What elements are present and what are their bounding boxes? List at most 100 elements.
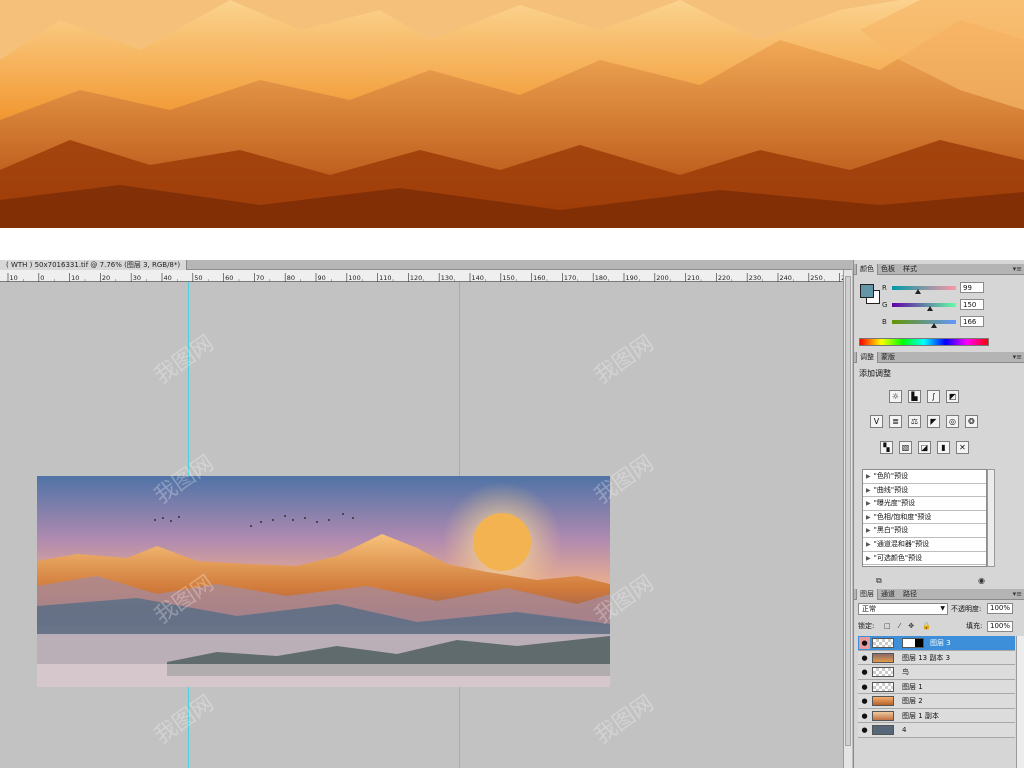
panel-menu-icon[interactable]: ▾≡: [1013, 352, 1022, 363]
layer-row[interactable]: ● 4: [858, 723, 1015, 738]
brightness-icon[interactable]: ☼: [889, 390, 902, 403]
color-balance-icon[interactable]: ⚖: [908, 415, 921, 428]
visibility-eye-icon[interactable]: ●: [859, 681, 870, 693]
horizontal-ruler[interactable]: 10 0 10 20 30 40 50 60 70 80 90 100 110 120 130 140 150 1…: [0, 270, 854, 285]
expand-triangle-icon: ▶: [866, 554, 871, 562]
vertical-scrollbar[interactable]: [843, 270, 852, 768]
foreground-color-swatch[interactable]: [860, 284, 874, 298]
opacity-field[interactable]: 100%: [987, 603, 1013, 614]
layer-thumbnail: [872, 710, 894, 721]
hue-saturation-icon[interactable]: ≣: [889, 415, 902, 428]
adjustment-icons-row-1: ☼ ▙ ∫ ◩: [854, 390, 1024, 406]
layer-row[interactable]: ● 图层 2: [858, 694, 1015, 709]
channel-label: B: [882, 318, 887, 326]
document-canvas-image[interactable]: [37, 476, 610, 687]
preset-item-hue-saturation[interactable]: ▶ "色相/饱和度"预设: [863, 511, 986, 525]
preset-item-exposure[interactable]: ▶ "曝光度"预设: [863, 497, 986, 511]
tab-paths[interactable]: 路径: [900, 589, 920, 600]
adjustment-presets-list: ▶ "色阶"预设 ▶ "曲线"预设 ▶ "曝光度"预设 ▶ "色相/饱和度"预设 ▶ "黑…: [862, 469, 987, 567]
green-knob[interactable]: [927, 306, 933, 311]
visibility-eye-icon[interactable]: ●: [859, 652, 870, 664]
tab-channels[interactable]: 通道: [878, 589, 898, 600]
layer-row[interactable]: ● 图层 3: [858, 636, 1015, 651]
panel-menu-icon[interactable]: ▾≡: [1013, 589, 1022, 600]
preset-label: "色阶"预设: [873, 472, 909, 480]
expand-triangle-icon: ▶: [866, 513, 871, 521]
vibrance-icon[interactable]: V: [870, 415, 883, 428]
red-knob[interactable]: [915, 289, 921, 294]
scrollbar-thumb[interactable]: [845, 276, 851, 746]
tab-masks[interactable]: 蒙版: [878, 352, 898, 363]
ruler-label: 140: [472, 274, 484, 282]
photo-filter-icon[interactable]: ◎: [946, 415, 959, 428]
layer-row[interactable]: ● 鸟: [858, 665, 1015, 680]
layers-scrollbar[interactable]: [1016, 636, 1024, 768]
opacity-label: 不透明度:: [951, 605, 982, 613]
layers-panel: 图层 通道 路径 ▾≡ 正常 ▼ 不透明度: 100% 锁定: □ ⁄ ✥ 🔒 …: [854, 589, 1024, 768]
invert-icon[interactable]: ▚: [880, 441, 893, 454]
tab-swatches[interactable]: 色板: [878, 264, 898, 275]
red-track[interactable]: [892, 286, 956, 290]
gradient-map-icon[interactable]: ▮: [937, 441, 950, 454]
blend-mode-select[interactable]: 正常 ▼: [858, 603, 948, 615]
tab-layers[interactable]: 图层: [856, 589, 878, 600]
watermark-text: 我图网: [150, 330, 219, 390]
blue-value-field[interactable]: 166: [960, 316, 984, 327]
ruler-label: 230: [749, 274, 761, 282]
tab-color[interactable]: 颜色: [856, 264, 878, 275]
preset-item-levels[interactable]: ▶ "色阶"预设: [863, 470, 986, 484]
ruler-label: 210: [687, 274, 699, 282]
expand-triangle-icon: ▶: [866, 500, 871, 508]
visibility-eye-icon[interactable]: ●: [859, 695, 870, 707]
ruler-label: 150: [502, 274, 514, 282]
adjustments-title: 添加调整: [859, 369, 891, 378]
blue-knob[interactable]: [931, 323, 937, 328]
tab-styles[interactable]: 样式: [900, 264, 920, 275]
preset-item-black-white[interactable]: ▶ "黑白"预设: [863, 524, 986, 538]
adjustment-clip-icon[interactable]: ⧉: [876, 576, 882, 586]
channel-label: R: [882, 284, 887, 292]
black-white-icon[interactable]: ◤: [927, 415, 940, 428]
red-value-field[interactable]: 99: [960, 282, 984, 293]
layer-row[interactable]: ● 图层 1: [858, 679, 1015, 694]
visibility-eye-icon[interactable]: ●: [859, 710, 870, 722]
color-spectrum-bar[interactable]: [859, 338, 989, 346]
levels-icon[interactable]: ▙: [908, 390, 921, 403]
document-tab-bar: ( WTH ) 50x7016331.tif @ 7.76% (图层 3, RG…: [0, 260, 852, 270]
ruler-label: 30: [133, 274, 141, 282]
presets-scrollbar[interactable]: [987, 469, 995, 567]
layer-row[interactable]: ● 图层 13 副本 3: [858, 650, 1015, 665]
curves-icon[interactable]: ∫: [927, 390, 940, 403]
fill-field[interactable]: 100%: [987, 621, 1013, 632]
lock-options-icon[interactable]: □ ⁄ ✥ 🔒: [884, 622, 934, 630]
visibility-eye-icon[interactable]: ●: [859, 666, 870, 678]
tab-adjustments[interactable]: 调整: [856, 352, 878, 363]
layer-thumbnail: [872, 652, 894, 663]
visibility-eye-icon[interactable]: ●: [859, 637, 870, 649]
preset-item-channel-mixer[interactable]: ▶ "通道混和器"预设: [863, 538, 986, 552]
watermark-text: 我图网: [590, 330, 659, 390]
layer-name: 鸟: [902, 668, 909, 676]
posterize-icon[interactable]: ▧: [899, 441, 912, 454]
preset-item-curves[interactable]: ▶ "曲线"预设: [863, 484, 986, 498]
document-tab[interactable]: ( WTH ) 50x7016331.tif @ 7.76% (图层 3, RG…: [0, 260, 188, 270]
selective-color-icon[interactable]: ✕: [956, 441, 969, 454]
adjustment-icons-row-3: ▚ ▧ ◪ ▮ ✕: [854, 441, 1024, 457]
green-value-field[interactable]: 150: [960, 299, 984, 310]
ruler-label: 120: [410, 274, 422, 282]
green-track[interactable]: [892, 303, 956, 307]
fill-label: 填充:: [966, 622, 983, 630]
panel-menu-icon[interactable]: ▾≡: [1013, 264, 1022, 275]
threshold-icon[interactable]: ◪: [918, 441, 931, 454]
blue-track[interactable]: [892, 320, 956, 324]
adjustment-toggle-icon[interactable]: ◉: [978, 576, 985, 585]
preset-label: "曝光度"预设: [873, 499, 916, 508]
layer-row[interactable]: ● 图层 1 副本: [858, 708, 1015, 723]
preset-label: "黑白"预设: [873, 526, 909, 535]
preset-item-selective-color[interactable]: ▶ "可选颜色"预设: [863, 552, 986, 566]
canvas-area[interactable]: 我图网 我图网 我图网 我图网 我图网 我图网 我图网 我图网: [0, 282, 843, 768]
exposure-icon[interactable]: ◩: [946, 390, 959, 403]
channel-mixer-icon[interactable]: ❂: [965, 415, 978, 428]
visibility-eye-icon[interactable]: ●: [859, 724, 870, 736]
expand-triangle-icon: ▶: [866, 540, 871, 548]
